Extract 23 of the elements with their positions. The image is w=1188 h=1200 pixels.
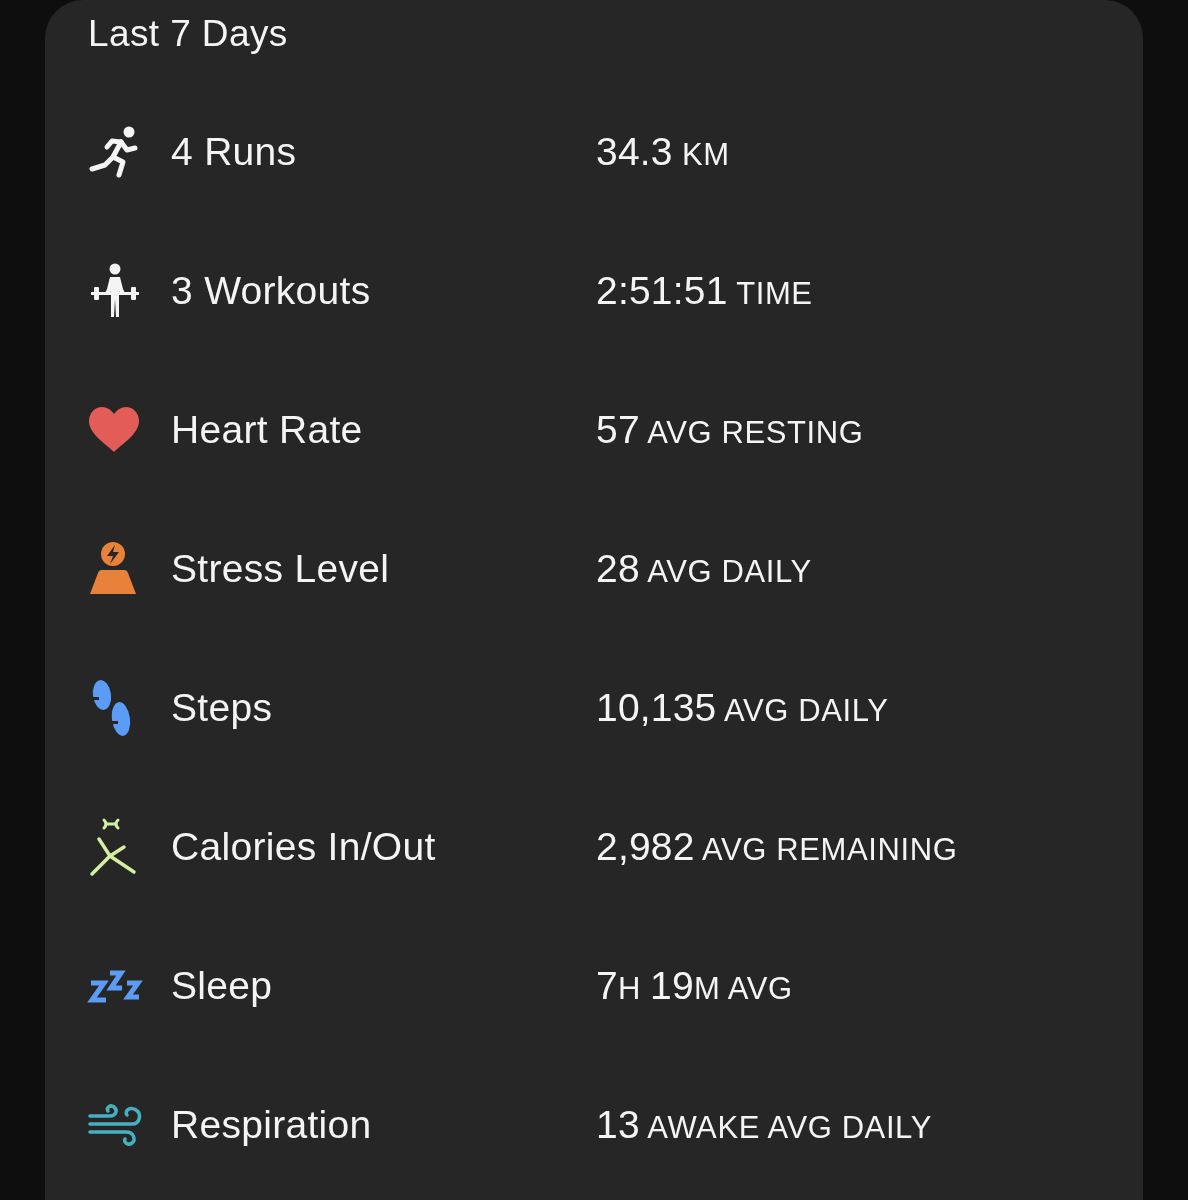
zzz-icon: [88, 968, 144, 1003]
stat-label: Sleep: [171, 963, 273, 1008]
stat-value: 7H 19M AVG: [596, 963, 793, 1008]
stat-value: 2,982 AVG REMAINING: [596, 824, 958, 869]
stat-label: Stress Level: [171, 546, 390, 591]
stick-figure-icon: [88, 817, 138, 876]
stat-value: 34.3 KM: [596, 129, 730, 174]
wind-icon: [88, 1102, 144, 1147]
stat-label: Respiration: [171, 1102, 372, 1147]
stat-label: Heart Rate: [171, 407, 363, 452]
stat-value: 13 AWAKE AVG DAILY: [596, 1102, 932, 1147]
stat-label: Calories In/Out: [171, 824, 436, 869]
stat-value: 28 AVG DAILY: [596, 546, 812, 591]
stat-label: 3 Workouts: [171, 268, 371, 313]
stat-value: 2:51:51 TIME: [596, 268, 813, 313]
heart-icon: [88, 406, 140, 453]
runner-icon: [88, 124, 138, 179]
weightlifter-icon: [88, 262, 142, 319]
stat-value: 10,135 AVG DAILY: [596, 685, 889, 730]
stat-label: Steps: [171, 685, 273, 730]
stat-label: 4 Runs: [171, 129, 297, 174]
stat-value: 57 AVG RESTING: [596, 407, 864, 452]
card-title: Last 7 Days: [88, 12, 288, 56]
